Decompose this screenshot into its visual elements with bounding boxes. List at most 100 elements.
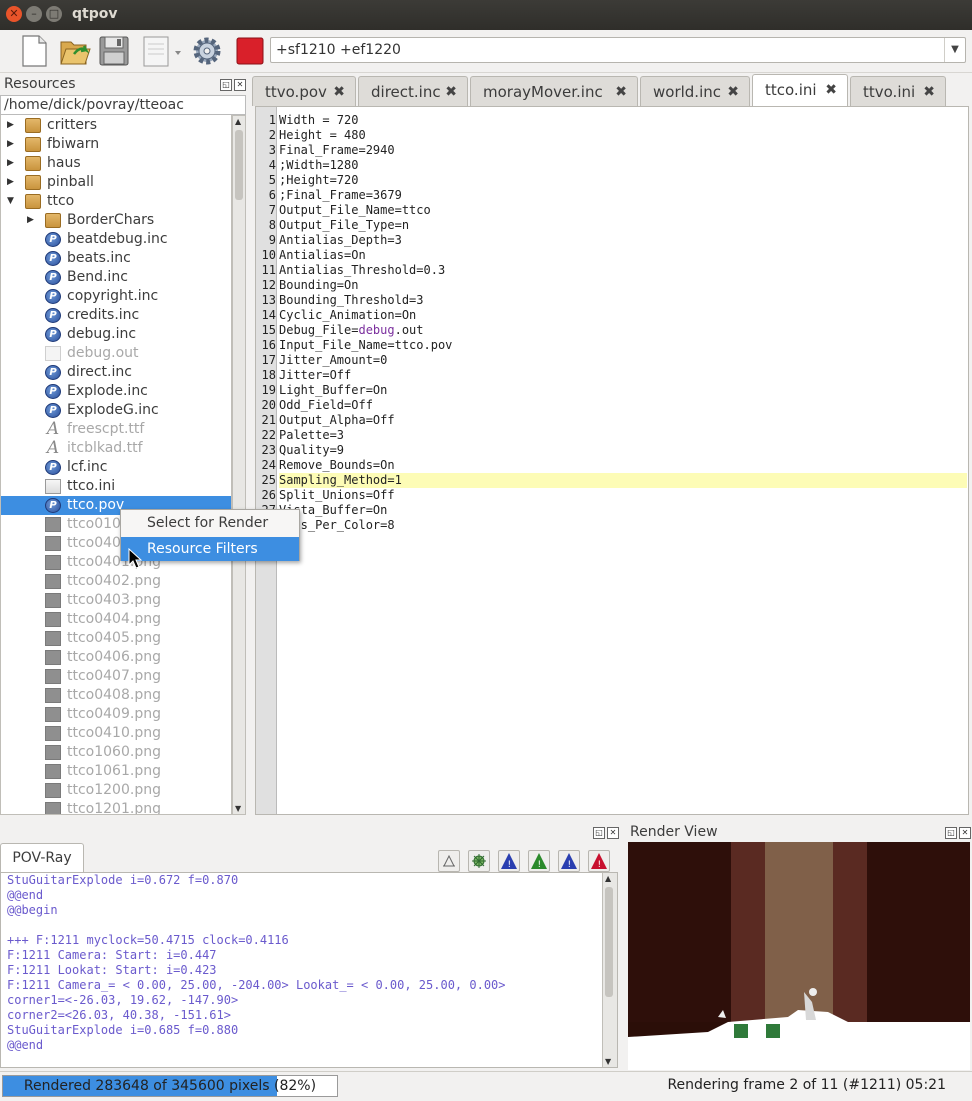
close-tab-icon[interactable]: ✖ <box>825 75 837 105</box>
expand-right-icon[interactable]: ▶ <box>7 154 15 173</box>
tree-item[interactable]: Pdirect.inc <box>1 363 231 382</box>
expand-right-icon[interactable]: ▶ <box>7 135 15 154</box>
templates-dropdown-icon[interactable] <box>142 34 184 68</box>
context-menu-item[interactable]: Select for Render <box>121 511 299 535</box>
scroll-down-icon[interactable]: ▼ <box>605 1057 611 1066</box>
scroll-up-icon[interactable]: ▲ <box>235 117 241 126</box>
code-line: Output_File_Type=n <box>279 218 410 232</box>
tree-item[interactable]: ttco0402.png <box>1 572 231 591</box>
open-folder-icon[interactable] <box>58 34 92 68</box>
filter-debug-icon[interactable] <box>468 850 490 872</box>
close-tab-icon[interactable]: ✖ <box>923 77 935 107</box>
tree-item[interactable]: ttco.ini <box>1 477 231 496</box>
tree-item[interactable]: ttco0404.png <box>1 610 231 629</box>
close-tab-icon[interactable]: ✖ <box>727 77 739 107</box>
maximize-window-button[interactable]: □ <box>46 6 62 22</box>
tree-item[interactable]: Afreescpt.ttf <box>1 420 231 439</box>
tree-item[interactable]: ▶ BorderChars <box>1 211 231 230</box>
image-file-icon <box>45 764 61 779</box>
tree-item[interactable]: ▼ ttco <box>1 192 231 211</box>
tree-item[interactable]: Pbeatdebug.inc <box>1 230 231 249</box>
close-dock-icon[interactable]: ✕ <box>234 79 246 91</box>
resource-tree[interactable]: ▶ critters ▶ fbiwarn ▶ haus ▶ pinball ▼ ttco ▶ Bord… <box>0 115 232 815</box>
tree-item[interactable]: ttco1201.png <box>1 800 231 814</box>
scrollbar-thumb[interactable] <box>235 130 243 200</box>
filter-error-icon[interactable]: ! <box>588 850 610 872</box>
filter-message-icon[interactable]: ! <box>558 850 580 872</box>
tab-povray[interactable]: POV-Ray <box>0 843 84 872</box>
code-editor[interactable]: 1 2 3 4 5 6 7 8 9 10 11 12 13 14 15 16 17 18 19 20 21 22 23 24 2… <box>255 106 969 815</box>
tree-item[interactable]: ▶ haus <box>1 154 231 173</box>
image-file-icon <box>45 802 61 814</box>
tree-item[interactable]: P ExplodeG.inc <box>1 401 231 420</box>
tree-item[interactable]: Plcf.inc <box>1 458 231 477</box>
expand-right-icon[interactable]: ▶ <box>7 116 15 135</box>
new-file-icon[interactable] <box>20 34 48 68</box>
tree-item[interactable]: ttco0403.png <box>1 591 231 610</box>
povray-console-output[interactable]: ▲ ▼ StuGuitarExplode i=0.672 f=0.870 @@en… <box>0 872 618 1068</box>
render-stop-button[interactable] <box>236 34 264 68</box>
filter-general-icon[interactable] <box>438 850 460 872</box>
tree-item[interactable]: ttco0408.png <box>1 686 231 705</box>
tree-item[interactable]: ttco1200.png <box>1 781 231 800</box>
tree-item[interactable]: P Bend.inc <box>1 268 231 287</box>
tree-item[interactable]: ttco0407.png <box>1 667 231 686</box>
line-number: 10 <box>261 248 276 262</box>
tab-editor[interactable]: ttvo.pov ✖ <box>252 76 356 106</box>
code-line: Light_Buffer=On <box>279 383 388 397</box>
font-file-icon: A <box>46 438 60 458</box>
close-tab-icon[interactable]: ✖ <box>615 77 627 107</box>
text-file-icon <box>45 346 61 361</box>
float-dock-icon[interactable]: ◱ <box>945 827 957 839</box>
filter-info-icon[interactable]: ! <box>498 850 520 872</box>
context-menu-item[interactable]: Resource Filters <box>121 537 299 561</box>
tree-item[interactable]: Aitcblkad.ttf <box>1 439 231 458</box>
scrollbar-thumb[interactable] <box>605 887 613 997</box>
scroll-down-icon[interactable]: ▼ <box>235 804 241 813</box>
filter-warning-green-icon[interactable]: ! <box>528 850 550 872</box>
close-dock-icon[interactable]: ✕ <box>607 827 619 839</box>
render-options-combobox[interactable]: +sf1210 +ef1220 ▼ <box>270 37 966 63</box>
resource-tree-scrollbar[interactable]: ▲ ▼ <box>232 115 246 815</box>
tree-item[interactable]: debug.out <box>1 344 231 363</box>
tree-item-label: ttco0407.png <box>67 668 161 684</box>
tab-editor[interactable]: ttvo.ini ✖ <box>850 76 946 106</box>
minimize-window-button[interactable]: – <box>26 6 42 22</box>
settings-gear-icon[interactable] <box>190 34 224 68</box>
tree-item[interactable]: ttco0409.png <box>1 705 231 724</box>
tree-item[interactable]: ttco0410.png <box>1 724 231 743</box>
expand-down-icon[interactable]: ▼ <box>7 192 15 211</box>
tab-editor[interactable]: world.inc ✖ <box>640 76 750 106</box>
close-window-button[interactable]: ✕ <box>6 6 22 22</box>
tab-editor[interactable]: ttco.ini ✖ <box>752 74 848 106</box>
tree-item-label: credits.inc <box>67 307 140 323</box>
save-icon[interactable] <box>98 34 130 68</box>
tree-item[interactable]: ▶ pinball <box>1 173 231 192</box>
scroll-up-icon[interactable]: ▲ <box>605 874 611 883</box>
close-dock-icon[interactable]: ✕ <box>959 827 971 839</box>
tree-item[interactable]: ttco1060.png <box>1 743 231 762</box>
line-number: 2 <box>268 128 276 142</box>
tree-item[interactable]: Pbeats.inc <box>1 249 231 268</box>
tab-editor[interactable]: direct.inc ✖ <box>358 76 468 106</box>
tree-item[interactable]: Pdebug.inc <box>1 325 231 344</box>
tab-editor[interactable]: morayMover.inc ✖ <box>470 76 638 106</box>
expand-right-icon[interactable]: ▶ <box>7 173 15 192</box>
tree-item[interactable]: ttco0405.png <box>1 629 231 648</box>
console-line: StuGuitarExplode i=0.672 f=0.870 <box>7 873 239 887</box>
tree-item[interactable]: P Explode.inc <box>1 382 231 401</box>
tree-item[interactable]: ttco1061.png <box>1 762 231 781</box>
expand-right-icon[interactable]: ▶ <box>27 211 35 230</box>
float-dock-icon[interactable]: ◱ <box>220 79 232 91</box>
tree-item[interactable]: ttco0406.png <box>1 648 231 667</box>
tree-item[interactable]: Pcopyright.inc <box>1 287 231 306</box>
tree-item[interactable]: ▶ critters <box>1 116 231 135</box>
console-line: F:1211 Camera_= < 0.00, 25.00, -204.00> … <box>7 978 506 992</box>
tree-item[interactable]: Pcredits.inc <box>1 306 231 325</box>
close-tab-icon[interactable]: ✖ <box>445 77 457 107</box>
float-dock-icon[interactable]: ◱ <box>593 827 605 839</box>
tree-item[interactable]: ▶ fbiwarn <box>1 135 231 154</box>
chevron-down-icon[interactable]: ▼ <box>944 38 965 62</box>
console-scrollbar[interactable]: ▲ ▼ <box>602 873 617 1067</box>
close-tab-icon[interactable]: ✖ <box>333 77 345 107</box>
